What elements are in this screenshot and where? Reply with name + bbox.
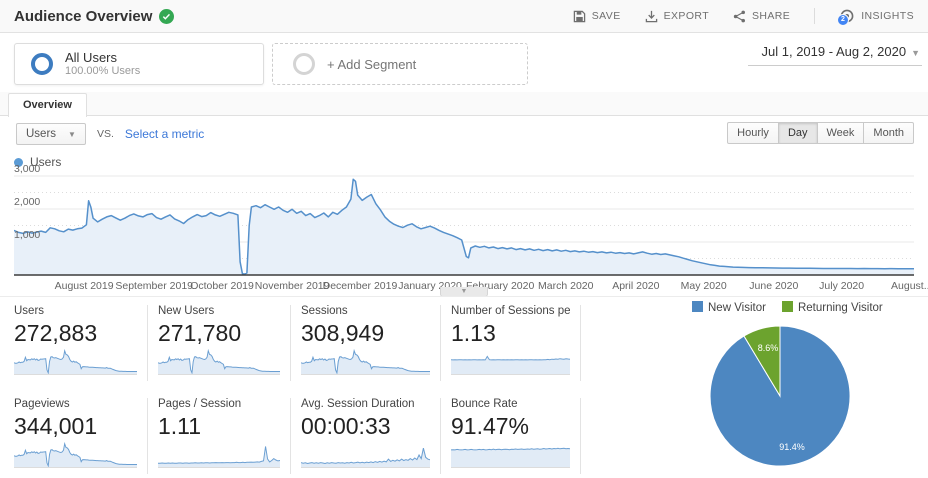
metric-cards-grid: Users 272,883 New Users 271,780 Sessions… bbox=[14, 305, 581, 474]
new-visitor-swatch-icon bbox=[692, 301, 703, 312]
insights-button[interactable]: 2 INSIGHTS bbox=[837, 9, 914, 26]
add-segment-button[interactable]: + Add Segment bbox=[272, 43, 528, 85]
app-header: Audience Overview SAVE EXPORT SHARE 2 IN… bbox=[0, 0, 928, 33]
users-sparkline bbox=[14, 348, 137, 375]
segment-subtitle: 100.00% Users bbox=[65, 65, 141, 77]
header-actions: SAVE EXPORT SHARE 2 INSIGHTS bbox=[573, 8, 914, 26]
metric-card-pages-per-session[interactable]: Pages / Session 1.11 bbox=[148, 398, 291, 474]
x-tick: June 2020 bbox=[749, 280, 799, 292]
x-tick: October 2019 bbox=[190, 280, 254, 292]
metric-card-sessions[interactable]: Sessions 308,949 bbox=[291, 305, 441, 381]
y-tick: 3,000 bbox=[14, 163, 41, 175]
returning-visitor-swatch-icon bbox=[781, 301, 793, 312]
segments-bar: All Users 100.00% Users + Add Segment Ju… bbox=[0, 34, 928, 92]
page-title-text: Audience Overview bbox=[14, 7, 153, 25]
tab-overview[interactable]: Overview bbox=[8, 93, 87, 117]
visitor-type-pie-chart[interactable]: 91.4% 8.6% bbox=[705, 321, 855, 471]
pageviews-sparkline bbox=[14, 441, 137, 468]
visitor-type-pie-panel: New Visitor Returning Visitor 91.4% 8.6% bbox=[690, 301, 922, 471]
date-range-selector[interactable]: Jul 1, 2019 - Aug 2, 2020 ▼ bbox=[748, 40, 922, 66]
x-tick: November 2019 bbox=[254, 280, 330, 292]
share-icon bbox=[733, 10, 746, 23]
save-button[interactable]: SAVE bbox=[573, 10, 621, 23]
header-divider bbox=[814, 8, 816, 24]
insights-badge: 2 bbox=[837, 14, 850, 26]
x-tick: August 2019 bbox=[54, 280, 114, 292]
sessions-sparkline bbox=[301, 348, 430, 375]
metric-card-avg-session-duration[interactable]: Avg. Session Duration 00:00:33 bbox=[291, 398, 441, 474]
add-segment-ring-icon bbox=[293, 53, 315, 75]
chevron-down-icon: ▼ bbox=[68, 129, 76, 139]
metric-card-sessions-per-user[interactable]: Number of Sessions per User 1.13 bbox=[441, 305, 581, 381]
bounce-rate-sparkline bbox=[451, 447, 570, 468]
sessions-per-user-sparkline bbox=[451, 355, 570, 375]
valid-check-icon bbox=[159, 8, 175, 24]
summary-section: Users 272,883 New Users 271,780 Sessions… bbox=[0, 296, 928, 478]
y-tick: 1,000 bbox=[14, 229, 41, 241]
metric-card-pageviews[interactable]: Pageviews 344,001 bbox=[14, 398, 148, 474]
x-tick: July 2020 bbox=[819, 280, 865, 292]
metric-card-bounce-rate[interactable]: Bounce Rate 91.47% bbox=[441, 398, 581, 474]
y-tick: 2,000 bbox=[14, 196, 41, 208]
x-tick: March 2020 bbox=[538, 280, 594, 292]
export-icon bbox=[645, 10, 658, 23]
x-tick: May 2020 bbox=[680, 280, 727, 292]
save-icon bbox=[573, 10, 586, 23]
granularity-hourly-button[interactable]: Hourly bbox=[727, 122, 779, 144]
pie-legend: New Visitor Returning Visitor bbox=[690, 301, 922, 314]
metric-selector-dropdown[interactable]: Users ▼ bbox=[16, 123, 86, 145]
segment-all-users[interactable]: All Users 100.00% Users bbox=[14, 43, 264, 85]
segment-title: All Users bbox=[65, 50, 118, 65]
svg-text:91.4%: 91.4% bbox=[779, 442, 805, 452]
metric-card-new-users[interactable]: New Users 271,780 bbox=[148, 305, 291, 381]
vs-label: VS. bbox=[96, 128, 114, 140]
export-button[interactable]: EXPORT bbox=[645, 10, 709, 23]
tab-strip: Overview bbox=[0, 92, 928, 117]
x-tick: September 2019 bbox=[115, 280, 194, 292]
insights-icon: 2 bbox=[837, 9, 855, 26]
pie-legend-returning-visitor: Returning Visitor bbox=[781, 301, 883, 314]
segment-ring-icon bbox=[31, 53, 53, 75]
x-tick: August... bbox=[891, 280, 928, 292]
select-a-metric-link[interactable]: Select a metric bbox=[125, 127, 204, 141]
granularity-week-button[interactable]: Week bbox=[816, 122, 865, 144]
x-tick: April 2020 bbox=[612, 280, 660, 292]
granularity-day-button[interactable]: Day bbox=[777, 122, 818, 144]
chevron-down-icon: ▼ bbox=[911, 48, 920, 58]
add-segment-label: + Add Segment bbox=[327, 56, 417, 72]
granularity-month-button[interactable]: Month bbox=[863, 122, 914, 144]
x-tick: December 2019 bbox=[322, 280, 398, 292]
new-users-sparkline bbox=[158, 348, 280, 375]
granularity-switcher: Hourly Day Week Month bbox=[727, 122, 914, 144]
chart-toolbar: Users ▼ VS. Select a metric Hourly Day W… bbox=[0, 117, 928, 151]
pages-per-session-sparkline bbox=[158, 446, 280, 468]
avg-session-duration-sparkline bbox=[301, 447, 430, 468]
share-button[interactable]: SHARE bbox=[733, 10, 790, 23]
metric-card-users[interactable]: Users 272,883 bbox=[14, 305, 148, 381]
users-timeline-chart[interactable] bbox=[14, 168, 914, 277]
page-title: Audience Overview bbox=[14, 7, 175, 25]
svg-text:8.6%: 8.6% bbox=[758, 343, 779, 353]
timeline-chart-panel: Users 1,000 2,000 3,000 August 2019 Septemb… bbox=[0, 151, 928, 297]
pie-legend-new-visitor: New Visitor bbox=[692, 301, 766, 314]
